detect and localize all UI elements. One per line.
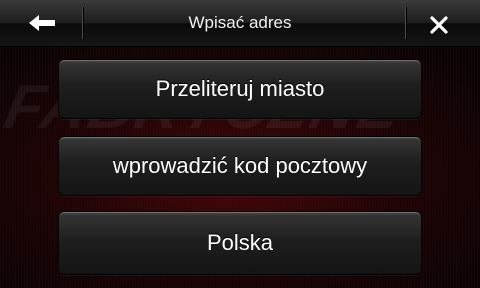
top-bar: Wpisać adres: [0, 0, 480, 47]
page-title: Wpisać adres: [188, 13, 292, 32]
divider: [82, 7, 83, 39]
enter-postcode-button[interactable]: wprowadzić kod pocztowy: [58, 136, 422, 196]
country-button[interactable]: Polska: [58, 211, 422, 275]
arrow-left-icon: [29, 15, 55, 31]
spell-city-button[interactable]: Przeliteruj miasto: [58, 59, 422, 119]
close-button[interactable]: [406, 0, 480, 46]
back-button[interactable]: [0, 0, 82, 46]
close-icon: [430, 16, 448, 34]
